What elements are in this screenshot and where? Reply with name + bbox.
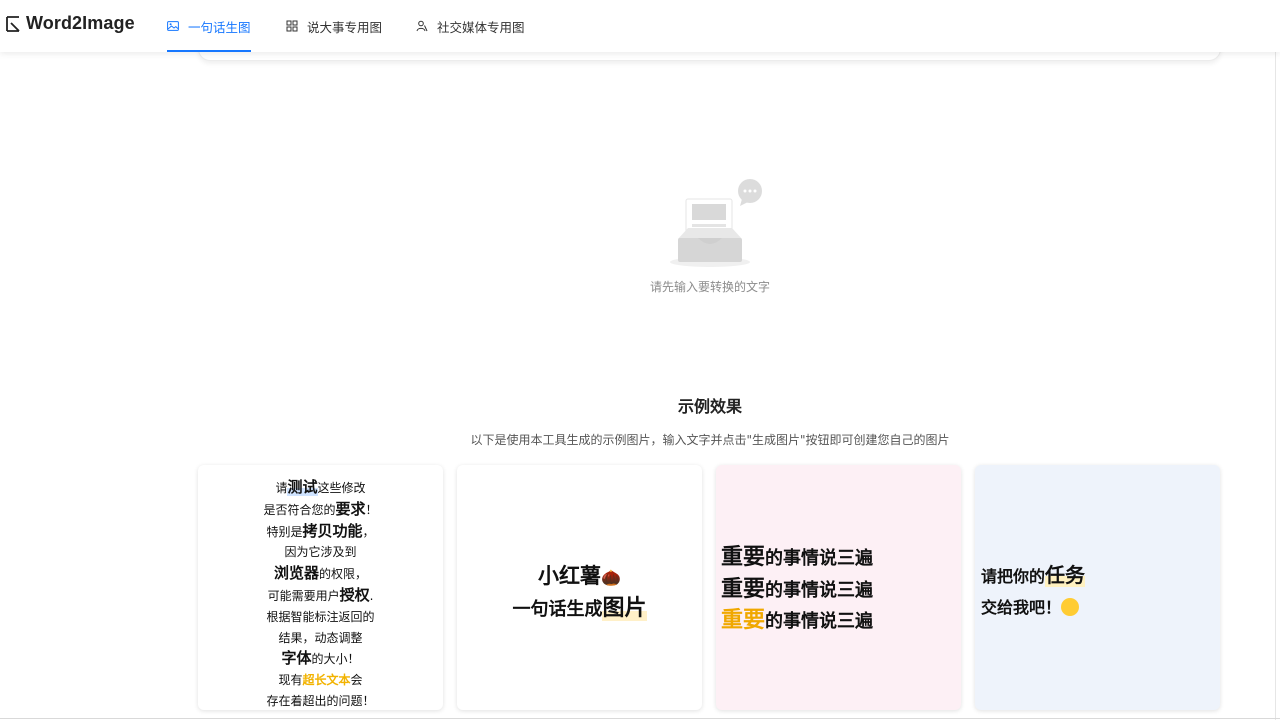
logo-icon — [6, 15, 20, 32]
example-text: 请把你的任务 交给我吧！ — [981, 563, 1086, 617]
example-text: 请测试这些修改 是否符合您的要求！ 特别是拷贝功能， 因为它涉及到 浏览器的权限… — [263, 478, 378, 708]
empty-state-message: 请先输入要转换的文字 — [649, 280, 770, 294]
image-icon — [167, 21, 179, 31]
brand[interactable]: Word2Image — [6, 13, 135, 34]
page: Word2Image 一句话生图 说大事专用图 社交媒体专用图 请先输入要转换的… — [0, 0, 1280, 720]
tab-one-sentence-image[interactable]: 一句话生图 — [167, 0, 251, 52]
tab-social-media-image[interactable]: 社交媒体专用图 — [416, 0, 525, 52]
example-text: 小红薯🌰 一句话生成图片 — [512, 564, 647, 621]
divider — [0, 718, 1280, 719]
tab-label: 社交媒体专用图 — [437, 19, 525, 35]
example-text: 重要的事情说三遍 重要的事情说三遍 重要的事情说三遍 — [721, 545, 874, 633]
grid-icon — [286, 20, 298, 32]
top-navbar: Word2Image 一句话生图 说大事专用图 社交媒体专用图 — [0, 0, 1280, 52]
example-card-1[interactable]: 请测试这些修改 是否符合您的要求！ 特别是拷贝功能， 因为它涉及到 浏览器的权限… — [198, 465, 443, 710]
example-card-4[interactable]: 请把你的任务 交给我吧！ — [975, 465, 1220, 710]
laughing-face-icon — [1061, 598, 1080, 616]
chestnut-icon: 🌰 — [601, 568, 621, 587]
tab-label: 说大事专用图 — [307, 19, 383, 35]
empty-inbox-icon — [670, 179, 762, 267]
examples-title: 示例效果 — [677, 397, 742, 416]
scrollbar[interactable] — [1275, 0, 1276, 720]
tab-label: 一句话生图 — [188, 19, 251, 35]
people-icon — [416, 20, 428, 32]
tab-big-news-image[interactable]: 说大事专用图 — [286, 0, 382, 52]
brand-name: Word2Image — [26, 13, 135, 33]
example-card-3[interactable]: 重要的事情说三遍 重要的事情说三遍 重要的事情说三遍 — [716, 465, 961, 710]
examples-subtitle: 以下是使用本工具生成的示例图片，输入文字并点击"生成图片"按钮即可创建您自己的图… — [470, 433, 950, 447]
example-card-2[interactable]: 小红薯🌰 一句话生成图片 — [457, 465, 702, 710]
